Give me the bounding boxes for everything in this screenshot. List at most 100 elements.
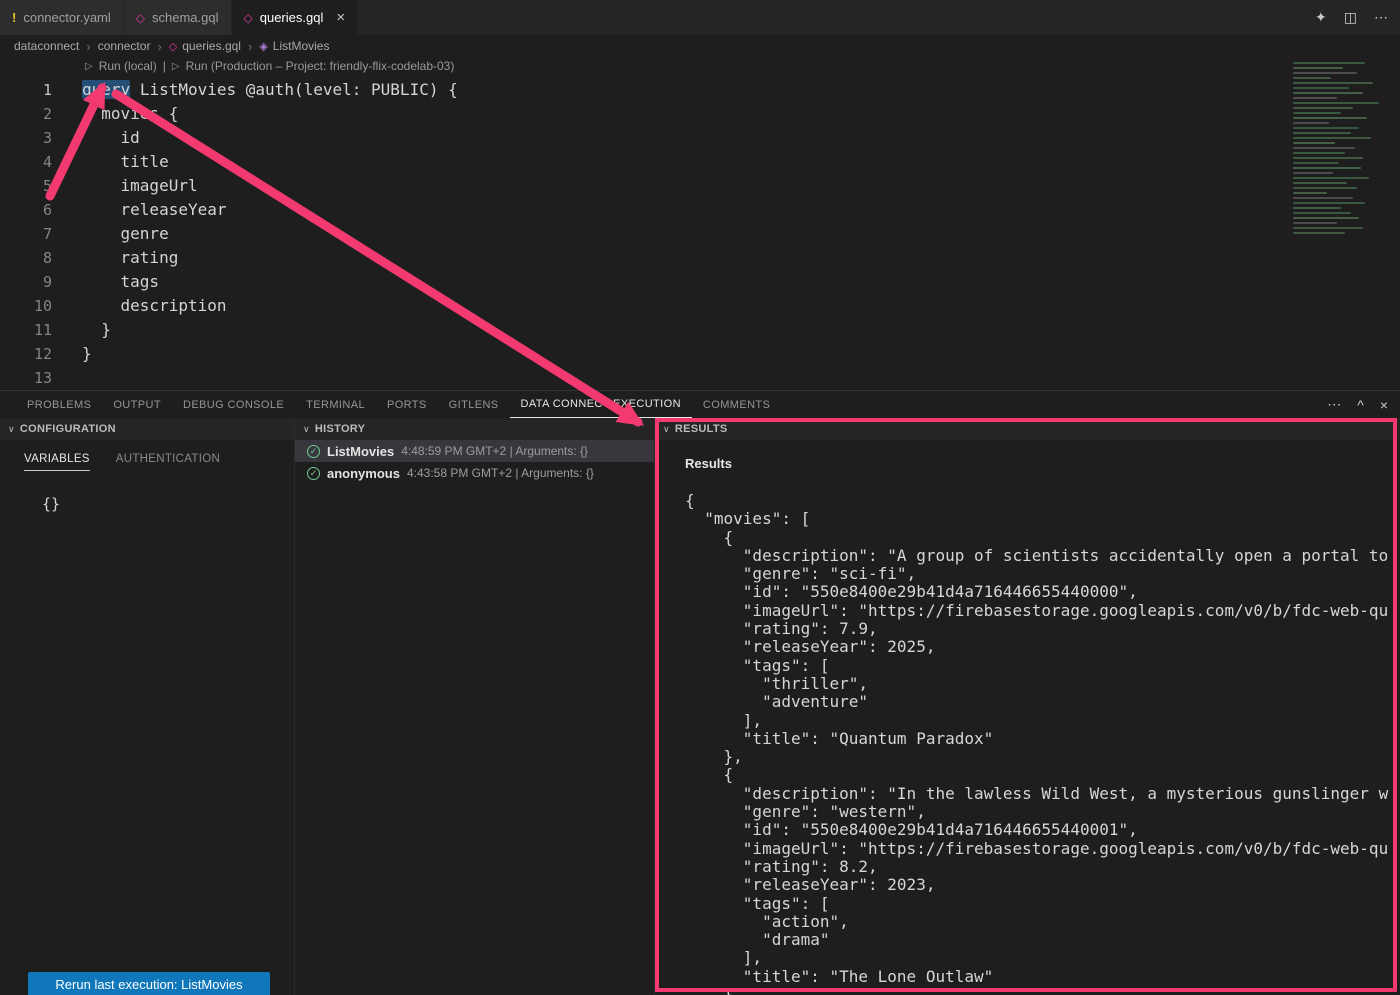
configuration-title: CONFIGURATION bbox=[20, 423, 116, 435]
minimap-line bbox=[1293, 222, 1337, 224]
minimap-line bbox=[1293, 197, 1353, 199]
codelens: ▷ Run (local) | ▷ Run (Production – Proj… bbox=[85, 59, 454, 73]
code-line: 13 bbox=[0, 366, 458, 390]
minimap-line bbox=[1293, 132, 1351, 134]
code-text: } bbox=[52, 342, 92, 366]
code-text: genre bbox=[52, 222, 169, 246]
code-line: 5 imageUrl bbox=[0, 174, 458, 198]
minimap-line bbox=[1293, 177, 1369, 179]
minimap-line bbox=[1293, 137, 1371, 139]
breadcrumb-item-ListMovies[interactable]: ◈ListMovies bbox=[259, 39, 329, 53]
tab-label: schema.gql bbox=[152, 10, 218, 25]
editor-tab-bar: !connector.yaml◇schema.gql◇queries.gql× … bbox=[0, 0, 1400, 35]
tab-label: queries.gql bbox=[260, 10, 324, 25]
close-icon[interactable]: × bbox=[336, 9, 345, 26]
bottom-panel: PROBLEMSOUTPUTDEBUG CONSOLETERMINALPORTS… bbox=[0, 390, 1400, 995]
editor-tab-schema.gql[interactable]: ◇schema.gql bbox=[124, 0, 232, 35]
breadcrumb-separator-icon: › bbox=[248, 39, 252, 54]
graphql-icon: ◇ bbox=[169, 40, 177, 53]
results-section: ∨ RESULTS Results { "movies": [ { "descr… bbox=[655, 418, 1400, 995]
breadcrumb-separator-icon: › bbox=[86, 39, 90, 54]
panel-tab-output[interactable]: OUTPUT bbox=[102, 391, 172, 418]
config-tab-authentication[interactable]: AUTHENTICATION bbox=[116, 453, 220, 471]
panel-tab-bar: PROBLEMSOUTPUTDEBUG CONSOLETERMINALPORTS… bbox=[0, 391, 1400, 418]
code-line: 6 releaseYear bbox=[0, 198, 458, 222]
panel-tab-debug-console[interactable]: DEBUG CONSOLE bbox=[172, 391, 295, 418]
panel-tab-ports[interactable]: PORTS bbox=[376, 391, 438, 418]
panel-tab-data-connect-execution[interactable]: DATA CONNECT EXECUTION bbox=[510, 391, 692, 418]
breadcrumb-item-connector[interactable]: connector bbox=[98, 39, 151, 53]
chevron-up-icon[interactable]: ^ bbox=[1357, 397, 1364, 413]
symbol-query-icon: ◈ bbox=[259, 40, 267, 53]
split-editor-icon[interactable]: ◫ bbox=[1344, 9, 1357, 26]
check-icon: ✓ bbox=[307, 467, 320, 480]
variables-value[interactable]: {} bbox=[42, 495, 294, 513]
code-text: rating bbox=[52, 246, 178, 270]
warning-file-icon: ! bbox=[12, 11, 16, 24]
history-section: ∨ HISTORY ✓ListMovies4:48:59 PM GMT+2 | … bbox=[295, 418, 655, 995]
sparkle-icon[interactable]: ✦ bbox=[1315, 9, 1327, 26]
panel-tab-terminal[interactable]: TERMINAL bbox=[295, 391, 376, 418]
minimap-line bbox=[1293, 117, 1367, 119]
tab-label: connector.yaml bbox=[23, 10, 110, 25]
editor-tab-queries.gql[interactable]: ◇queries.gql× bbox=[232, 0, 359, 35]
minimap[interactable] bbox=[1283, 57, 1398, 252]
config-tab-variables[interactable]: VARIABLES bbox=[24, 453, 90, 471]
results-label: Results bbox=[685, 456, 1400, 471]
vscode-window: !connector.yaml◇schema.gql◇queries.gql× … bbox=[0, 0, 1400, 995]
line-number: 9 bbox=[0, 270, 52, 294]
run-production-link[interactable]: Run (Production – Project: friendly-flix… bbox=[186, 59, 455, 73]
breadcrumb: dataconnect › connector › ◇queries.gql › ◈List… bbox=[0, 35, 1400, 57]
chevron-down-icon: ∨ bbox=[8, 424, 15, 435]
breadcrumb-separator-icon: › bbox=[157, 39, 161, 54]
minimap-line bbox=[1293, 107, 1353, 109]
line-number: 11 bbox=[0, 318, 52, 342]
code-line: 7 genre bbox=[0, 222, 458, 246]
configuration-header[interactable]: ∨ CONFIGURATION bbox=[0, 418, 294, 440]
history-meta: 4:43:58 PM GMT+2 | Arguments: {} bbox=[407, 466, 594, 480]
code-lines: 1query ListMovies @auth(level: PUBLIC) {… bbox=[0, 78, 458, 390]
minimap-line bbox=[1293, 167, 1361, 169]
breadcrumb-label: connector bbox=[98, 39, 151, 53]
line-number: 13 bbox=[0, 366, 52, 390]
code-text: description bbox=[52, 294, 227, 318]
breadcrumb-item-queries.gql[interactable]: ◇queries.gql bbox=[169, 39, 241, 53]
panel-tab-gitlens[interactable]: GITLENS bbox=[438, 391, 510, 418]
configuration-tabs: VARIABLES AUTHENTICATION bbox=[0, 440, 294, 471]
panel-tab-comments[interactable]: COMMENTS bbox=[692, 391, 781, 418]
code-line: 4 title bbox=[0, 150, 458, 174]
history-row[interactable]: ✓anonymous4:43:58 PM GMT+2 | Arguments: … bbox=[295, 462, 654, 484]
more-icon[interactable]: ⋯ bbox=[1327, 396, 1341, 413]
more-icon[interactable]: ⋯ bbox=[1374, 9, 1388, 26]
code-text: id bbox=[52, 126, 140, 150]
line-number: 10 bbox=[0, 294, 52, 318]
editor-tab-connector.yaml[interactable]: ! connector.yaml bbox=[0, 0, 124, 35]
run-local-link[interactable]: Run (local) bbox=[99, 59, 157, 73]
minimap-line bbox=[1293, 92, 1363, 94]
minimap-line bbox=[1293, 87, 1349, 89]
history-row[interactable]: ✓ListMovies4:48:59 PM GMT+2 | Arguments:… bbox=[295, 440, 654, 462]
line-number: 4 bbox=[0, 150, 52, 174]
breadcrumb-item-dataconnect[interactable]: dataconnect bbox=[14, 39, 79, 53]
history-list: ✓ListMovies4:48:59 PM GMT+2 | Arguments:… bbox=[295, 440, 654, 484]
panel-tab-problems[interactable]: PROBLEMS bbox=[16, 391, 102, 418]
check-icon: ✓ bbox=[307, 445, 320, 458]
codelens-divider: | bbox=[163, 59, 166, 73]
history-header[interactable]: ∨ HISTORY bbox=[295, 418, 654, 440]
minimap-line bbox=[1293, 192, 1327, 194]
line-number: 7 bbox=[0, 222, 52, 246]
minimap-line bbox=[1293, 72, 1357, 74]
history-name: ListMovies bbox=[327, 444, 394, 459]
rerun-button[interactable]: Rerun last execution: ListMovies bbox=[28, 972, 270, 995]
minimap-line bbox=[1293, 147, 1355, 149]
chevron-down-icon: ∨ bbox=[663, 424, 670, 435]
minimap-line bbox=[1293, 172, 1333, 174]
results-header[interactable]: ∨ RESULTS bbox=[655, 418, 1400, 440]
minimap-line bbox=[1293, 207, 1341, 209]
minimap-line bbox=[1293, 217, 1359, 219]
editor-tab-actions: ✦ ◫ ⋯ bbox=[1315, 0, 1388, 35]
code-editor[interactable]: ▷ Run (local) | ▷ Run (Production – Proj… bbox=[0, 57, 1400, 390]
close-icon[interactable]: × bbox=[1380, 397, 1388, 413]
breadcrumb-label: dataconnect bbox=[14, 39, 79, 53]
play-icon: ▷ bbox=[172, 61, 180, 72]
